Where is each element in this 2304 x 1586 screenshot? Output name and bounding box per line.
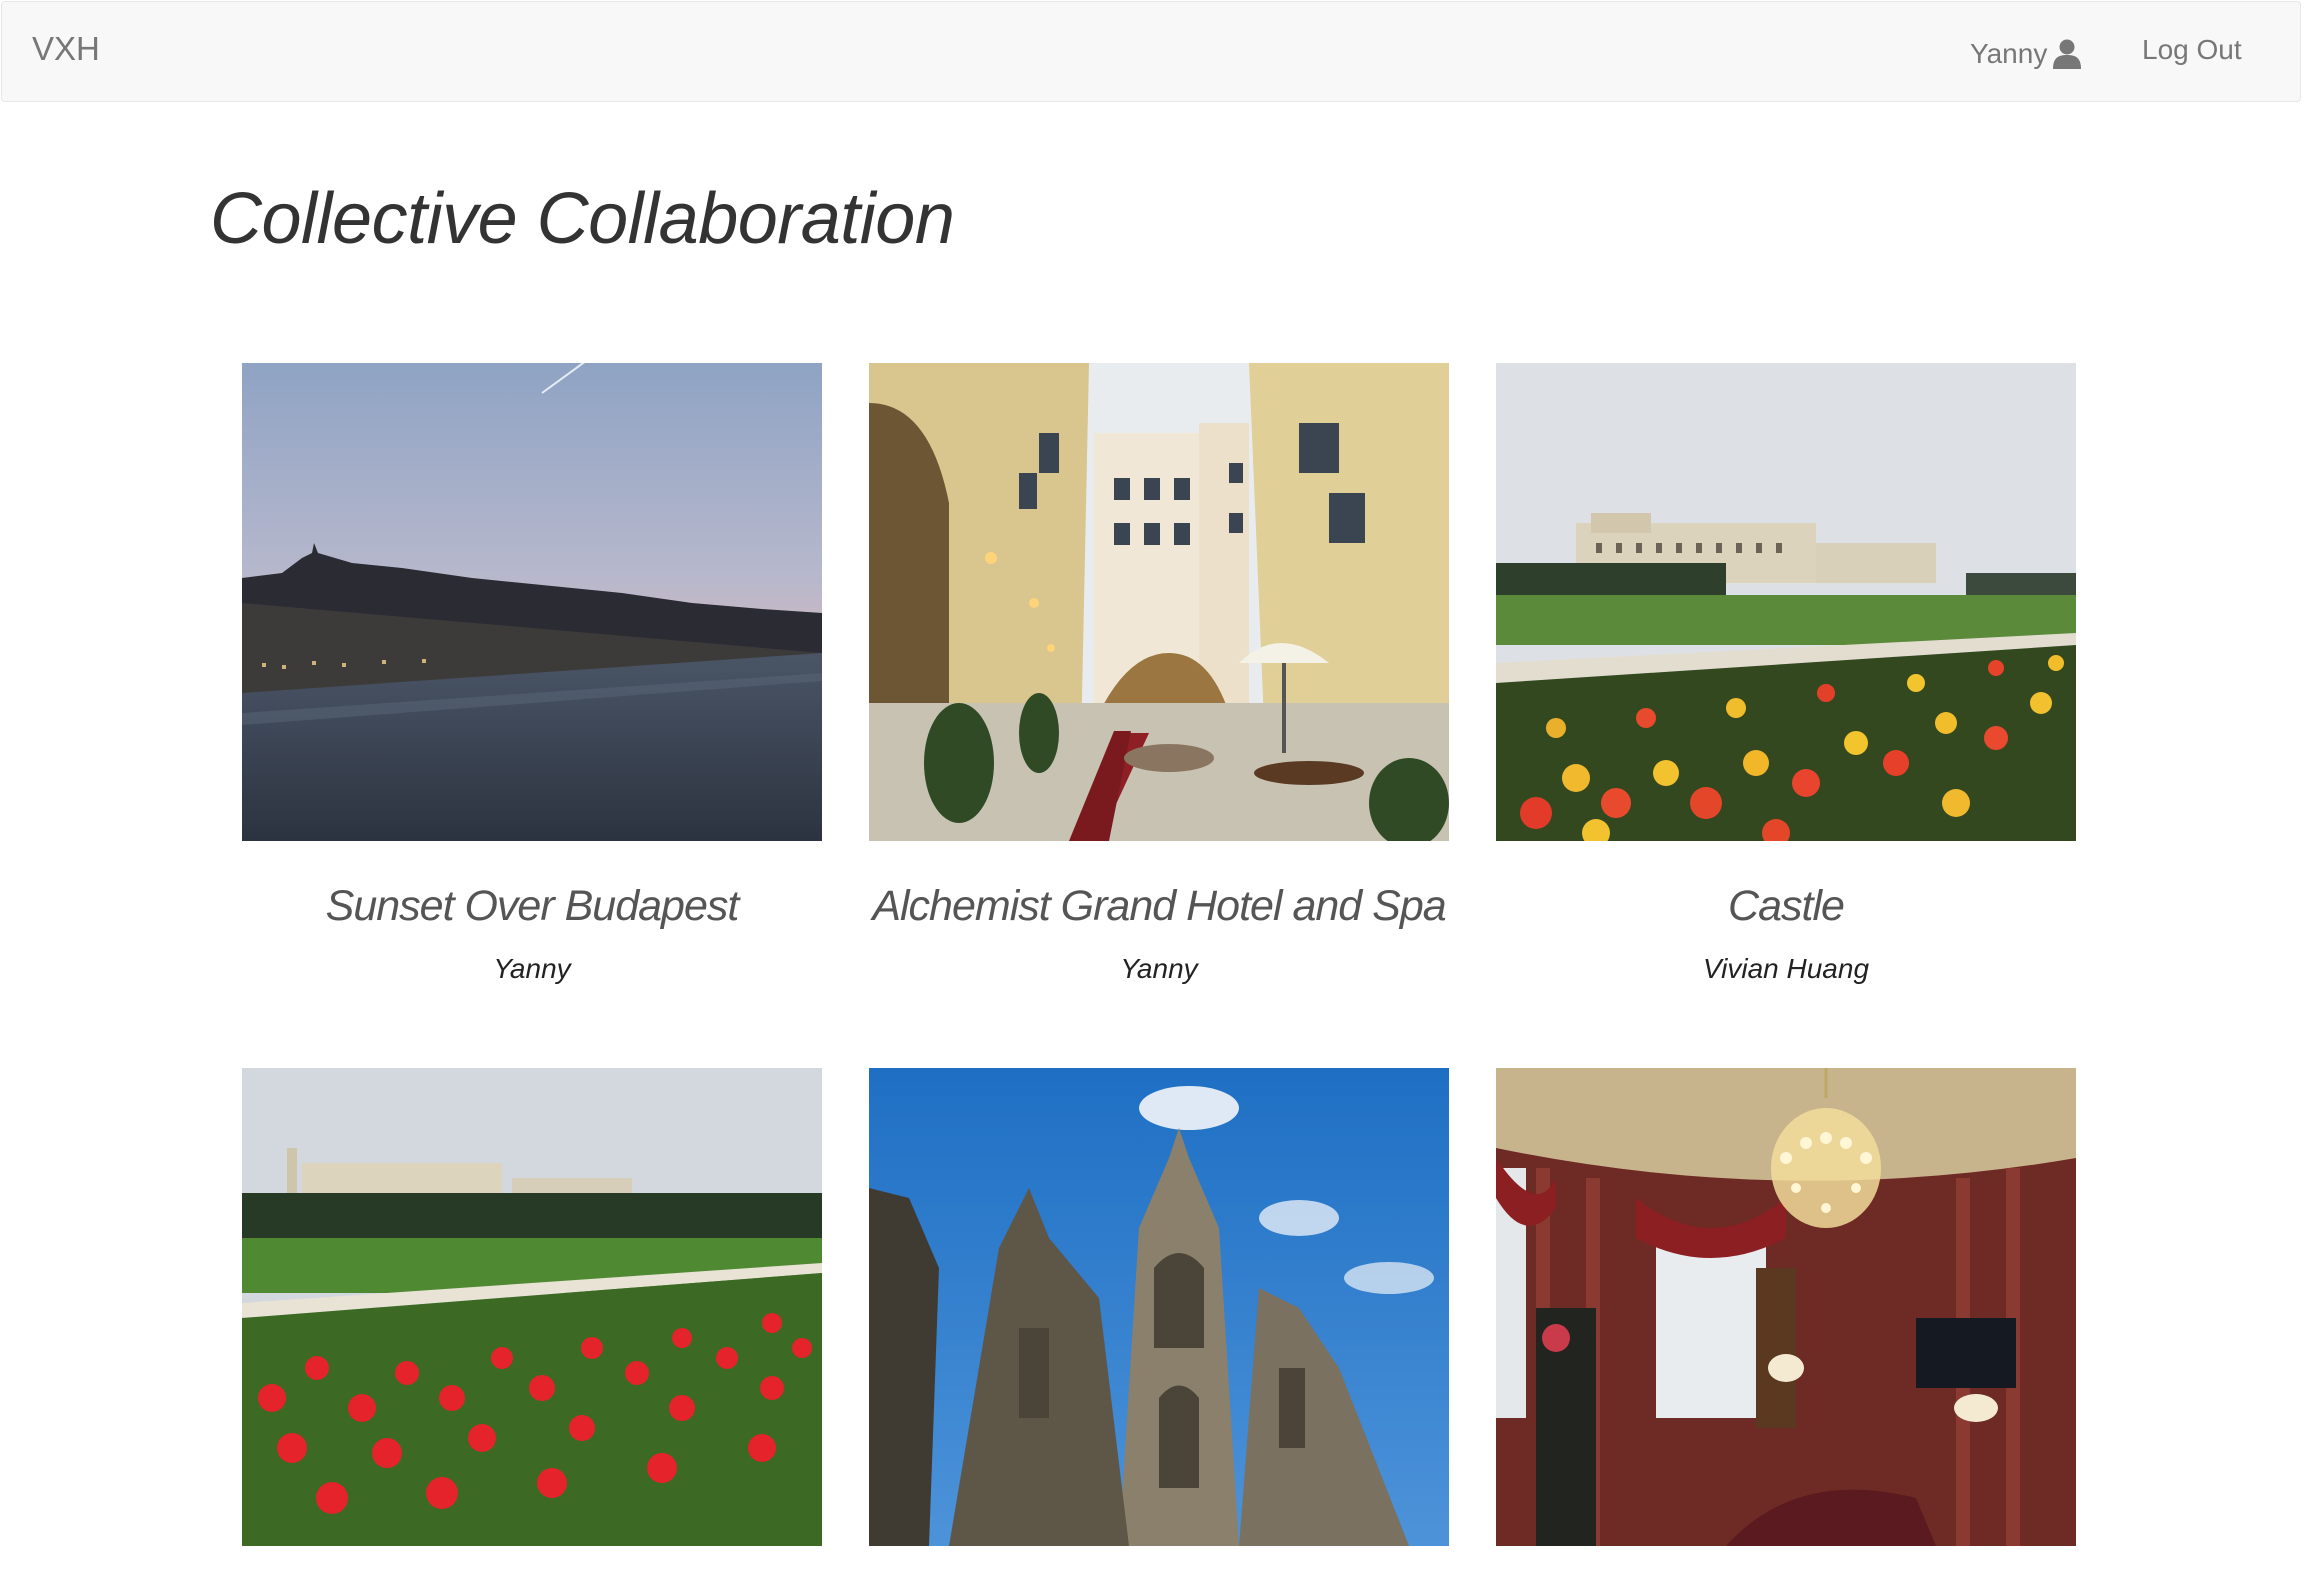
gallery-card: Castle Vivian Huang [1496, 363, 2076, 985]
photo-author: Yanny [493, 952, 571, 984]
gallery-card [242, 1068, 822, 1586]
photo-title[interactable]: Alchemist Grand Hotel and Spa [869, 881, 1449, 933]
gallery-card: Sunset Over Budapest Yanny [242, 363, 822, 985]
brand-link[interactable]: VXH [32, 30, 100, 68]
photo-thumbnail[interactable] [242, 363, 822, 841]
gallery-card [869, 1068, 1449, 1586]
photo-thumbnail[interactable] [1496, 363, 2076, 841]
photo-title[interactable]: Sunset Over Budapest [242, 881, 822, 933]
photo-author: Vivian Huang [1702, 952, 1870, 984]
logout-link[interactable]: Log Out [2142, 34, 2242, 66]
user-icon [2053, 39, 2082, 69]
photo-title[interactable]: Castle [1496, 881, 2076, 933]
photo-thumbnail[interactable] [869, 1068, 1449, 1546]
gallery-card: Alchemist Grand Hotel and Spa Yanny [869, 363, 1449, 985]
navbar: VXH Yanny Log Out [1, 1, 2301, 102]
photo-thumbnail[interactable] [869, 363, 1449, 841]
photo-author: Yanny [1120, 952, 1198, 984]
user-profile-link[interactable]: Yanny [1970, 34, 2082, 74]
gallery-card [1496, 1068, 2076, 1586]
page-title: Collective Collaboration [210, 179, 955, 259]
user-name: Yanny [1970, 38, 2048, 69]
photo-thumbnail[interactable] [242, 1068, 822, 1546]
photo-thumbnail[interactable] [1496, 1068, 2076, 1546]
